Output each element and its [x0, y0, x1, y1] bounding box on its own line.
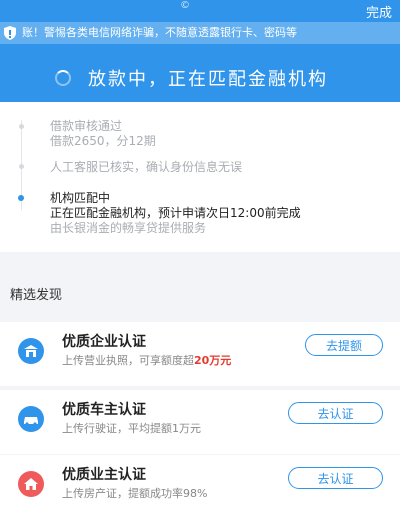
- item-desc: 上传营业执照，可享额度超20万元: [62, 354, 232, 367]
- item-name: 优质业主认证: [62, 467, 146, 483]
- loan-status: 放款中，正在匹配金融机构: [0, 62, 400, 92]
- copyright-mark: ©: [180, 0, 190, 11]
- building-icon: [18, 338, 44, 364]
- verify-button[interactable]: 去认证: [288, 402, 383, 424]
- verify-button[interactable]: 去认证: [288, 467, 383, 489]
- car-icon: [18, 406, 44, 432]
- status-header: © 完成 账！警惕各类电信网络诈骗，不随意透露银行卡、密码等 放款中，正在匹配金…: [0, 0, 400, 102]
- raise-limit-button[interactable]: 去提额: [305, 334, 383, 356]
- item-desc: 上传行驶证，平均提额1万元: [62, 422, 201, 435]
- status-title: 放款中，正在匹配金融机构: [88, 69, 328, 90]
- step-detail: 借款2650，分12期: [50, 134, 156, 148]
- list-item-homeowner[interactable]: 优质业主认证 上传房产证，提额成功率98% 去认证: [0, 455, 400, 519]
- list-item-enterprise[interactable]: 优质企业认证 上传营业执照，可享额度超20万元 去提额: [0, 322, 400, 386]
- step-note: 由长银消金的畅享贷提供服务: [50, 221, 207, 235]
- step-detail: 正在匹配金融机构，预计申请次日12:00前完成: [50, 206, 301, 220]
- timeline-dot: [19, 164, 24, 169]
- shield-icon: [4, 26, 16, 40]
- item-name: 优质企业认证: [62, 334, 146, 350]
- progress-card: 借款审核通过 借款2650，分12期 人工客服已核实，确认身份信息无误 机构匹配…: [0, 102, 400, 252]
- step-title: 人工客服已核实，确认身份信息无误: [50, 160, 243, 174]
- timeline-dot-active: [18, 195, 24, 201]
- item-desc: 上传房产证，提额成功率98%: [62, 487, 208, 500]
- step-title: 机构匹配中: [50, 191, 111, 205]
- house-icon: [18, 471, 44, 497]
- timeline-dot: [19, 124, 24, 129]
- list-item-car-owner[interactable]: 优质车主认证 上传行驶证，平均提额1万元 去认证: [0, 390, 400, 454]
- section-title: 精选发现: [10, 288, 63, 303]
- fraud-notice-banner: 账！警惕各类电信网络诈骗，不随意透露银行卡、密码等: [0, 22, 400, 44]
- step-title: 借款审核通过: [50, 119, 123, 133]
- fraud-notice-text: 账！警惕各类电信网络诈骗，不随意透露银行卡、密码等: [22, 26, 297, 39]
- loading-spinner-icon: [55, 70, 71, 86]
- done-button[interactable]: 完成: [366, 2, 392, 21]
- desc-highlight: 20万元: [194, 354, 232, 367]
- item-name: 优质车主认证: [62, 402, 146, 418]
